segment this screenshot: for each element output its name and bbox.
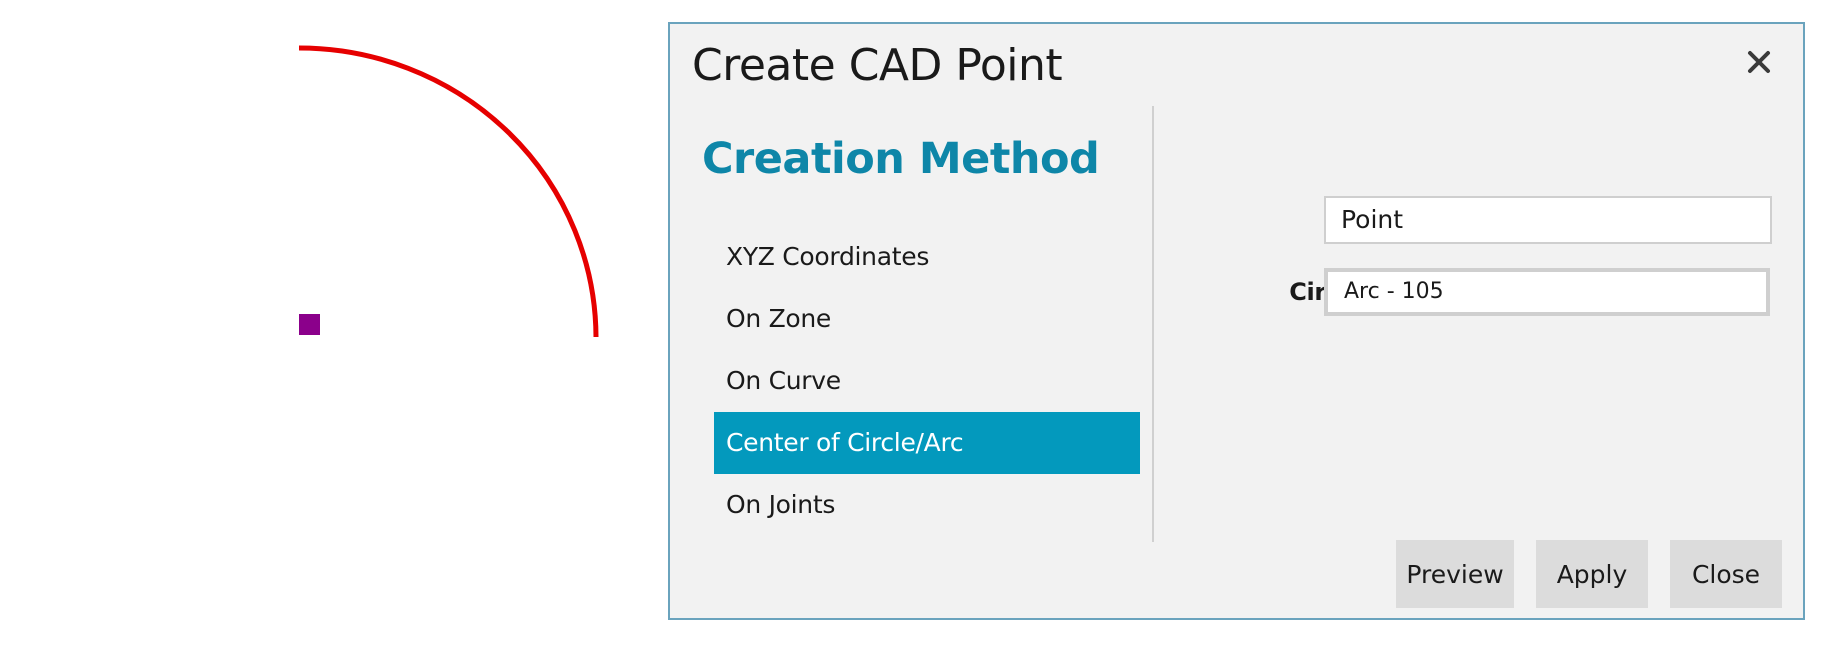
- panel-divider: [1152, 106, 1154, 542]
- name-field[interactable]: Point: [1324, 196, 1772, 244]
- creation-method-heading: Creation Method: [702, 134, 1100, 184]
- method-on-curve[interactable]: On Curve: [714, 350, 1140, 412]
- cad-viewport[interactable]: [0, 0, 660, 660]
- method-on-zone[interactable]: On Zone: [714, 288, 1140, 350]
- preview-button[interactable]: Preview: [1396, 540, 1514, 608]
- center-point-marker[interactable]: [299, 314, 320, 335]
- apply-button[interactable]: Apply: [1536, 540, 1648, 608]
- creation-method-list: XYZ Coordinates On Zone On Curve Center …: [714, 226, 1140, 536]
- close-button[interactable]: Close: [1670, 540, 1782, 608]
- circle-arc-field[interactable]: Arc - 105: [1324, 268, 1770, 316]
- create-cad-point-dialog: Create CAD Point Creation Method XYZ Coo…: [668, 22, 1805, 620]
- close-icon[interactable]: [1741, 44, 1777, 80]
- arc-105[interactable]: [298, 45, 599, 338]
- method-center-of-circle-arc[interactable]: Center of Circle/Arc: [714, 412, 1140, 474]
- method-on-joints[interactable]: On Joints: [714, 474, 1140, 536]
- method-xyz-coordinates[interactable]: XYZ Coordinates: [714, 226, 1140, 288]
- dialog-title: Create CAD Point: [692, 40, 1063, 91]
- cad-canvas: Create CAD Point Creation Method XYZ Coo…: [0, 0, 1831, 660]
